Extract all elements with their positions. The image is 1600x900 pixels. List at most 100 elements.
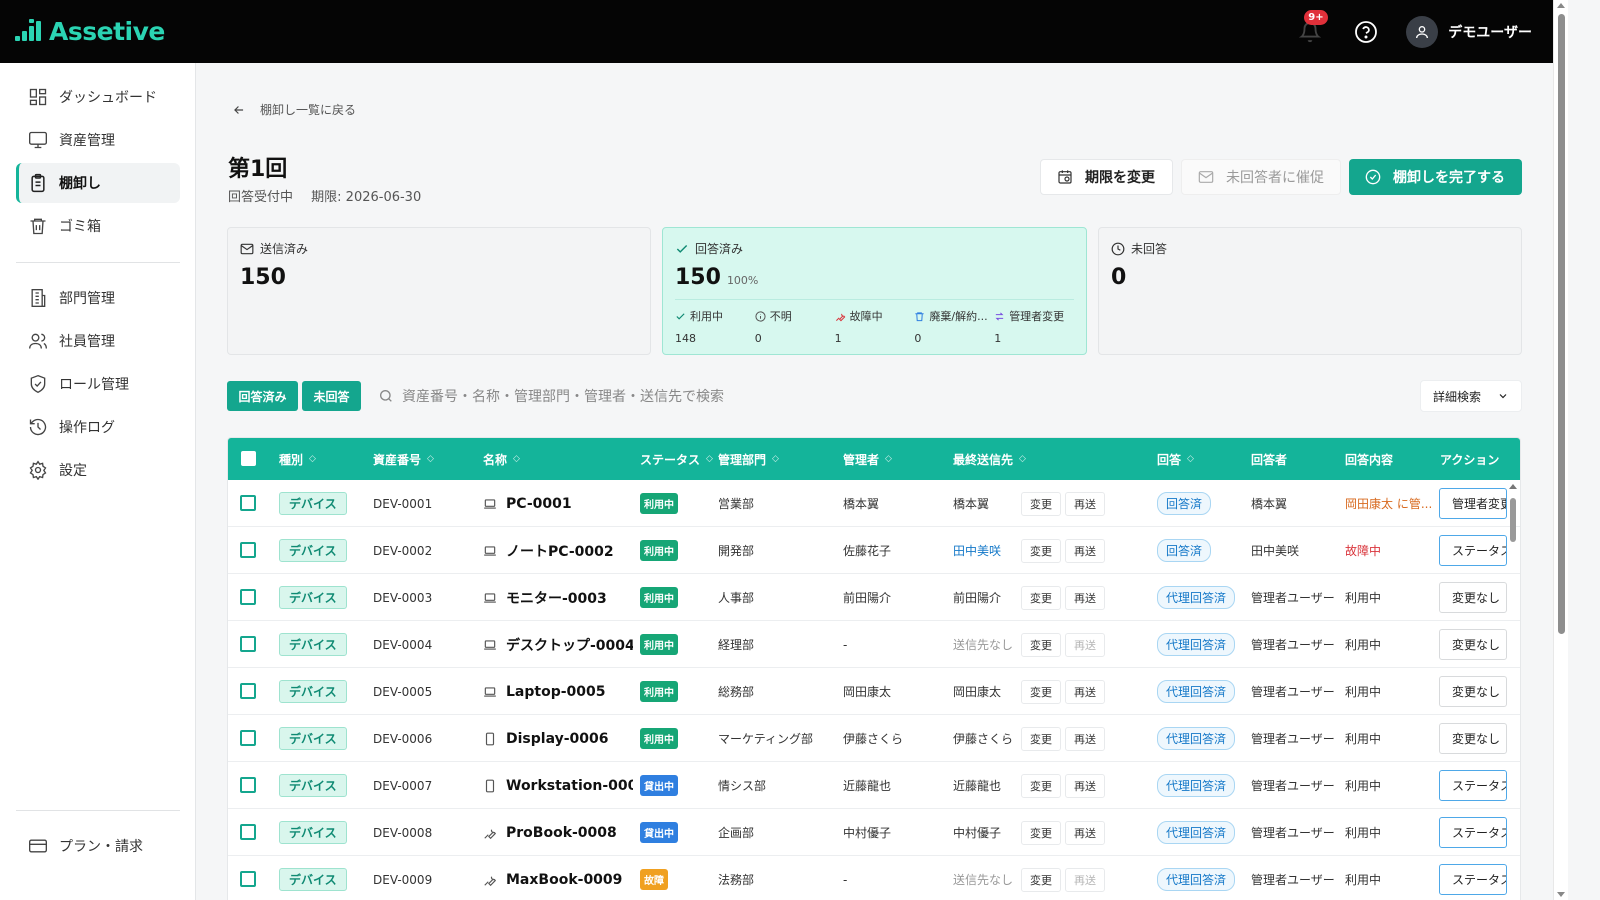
page-title: 第1回	[228, 157, 288, 182]
change-recipient-button[interactable]: 変更	[1021, 867, 1061, 892]
sidebar-item-inventory[interactable]: 棚卸し	[16, 163, 180, 203]
users-icon	[29, 333, 47, 349]
filter-answered-button[interactable]: 回答済み	[227, 381, 298, 411]
resend-button[interactable]: 再送	[1065, 679, 1105, 704]
header-type[interactable]: 種別 ◇	[279, 438, 316, 480]
breakdown-value: 1	[834, 332, 842, 345]
resend-button[interactable]: 再送	[1065, 726, 1105, 751]
avatar[interactable]	[1406, 15, 1439, 48]
row-checkbox[interactable]	[240, 871, 256, 887]
resend-button[interactable]: 再送	[1065, 491, 1105, 516]
asset-name-link[interactable]: デスクトップ-0004	[483, 621, 633, 668]
stat-card-answered: 回答済み 150 100% 利用中 148 不明 0 故障中 1 廃棄/解約...…	[662, 227, 1087, 355]
row-checkbox[interactable]	[240, 777, 256, 793]
scroll-down-icon[interactable]	[1557, 892, 1565, 897]
row-checkbox[interactable]	[240, 636, 256, 652]
header-name[interactable]: 名称 ◇	[483, 438, 520, 480]
row-checkbox[interactable]	[240, 683, 256, 699]
status-badge: 利用中	[640, 587, 678, 608]
last-recipient[interactable]: 田中美咲	[953, 527, 1021, 574]
remind-button[interactable]: 未回答者に催促	[1181, 159, 1341, 195]
table-scrollbar[interactable]	[1508, 482, 1518, 900]
page-scrollbar[interactable]	[1553, 0, 1568, 900]
asset-name-link[interactable]: PC-0001	[483, 480, 633, 527]
sidebar-item-roles[interactable]: ロール管理	[16, 364, 180, 404]
laptop-icon	[483, 685, 506, 699]
sidebar-item-employees[interactable]: 社員管理	[16, 321, 180, 361]
filter-unanswered-button[interactable]: 未回答	[302, 381, 361, 411]
notifications-button[interactable]: 9+	[1296, 9, 1328, 46]
change-recipient-button[interactable]: 変更	[1021, 585, 1061, 610]
asset-name-link[interactable]: ProBook-0008	[483, 809, 633, 856]
change-recipient-button[interactable]: 変更	[1021, 679, 1061, 704]
resend-button[interactable]: 再送	[1065, 538, 1105, 563]
row-action-button[interactable]: 変更なし	[1439, 629, 1507, 660]
change-recipient-button[interactable]: 変更	[1021, 491, 1061, 516]
header-department[interactable]: 管理部門 ◇	[718, 438, 779, 480]
scrollbar-thumb[interactable]	[1558, 14, 1565, 634]
help-button[interactable]	[1352, 18, 1380, 46]
row-action-button[interactable]: ステータス	[1439, 817, 1507, 848]
row-checkbox[interactable]	[240, 589, 256, 605]
sidebar-item-logs[interactable]: 操作ログ	[16, 407, 180, 447]
sidebar-item-dashboard[interactable]: ダッシュボード	[16, 77, 180, 117]
deadline-text: 期限: 2026-06-30	[311, 190, 422, 205]
user-name[interactable]: デモユーザー	[1448, 22, 1532, 42]
row-action-button[interactable]: ステータス	[1439, 864, 1507, 895]
sidebar-item-plan-billing[interactable]: プラン・請求	[16, 826, 180, 866]
resend-button[interactable]: 再送	[1065, 820, 1105, 845]
sidebar-item-label: プラン・請求	[59, 839, 143, 855]
row-action-button[interactable]: 変更なし	[1439, 723, 1507, 754]
resend-button[interactable]: 再送	[1065, 585, 1105, 610]
scroll-up-icon[interactable]	[1557, 3, 1565, 8]
breakdown-manager-change: 管理者変更 1	[994, 308, 1074, 345]
status-badge: 貸出中	[640, 775, 678, 796]
status-badge: 貸出中	[640, 822, 678, 843]
sidebar-item-departments[interactable]: 部門管理	[16, 278, 180, 318]
asset-name-link[interactable]: Laptop-0005	[483, 668, 633, 715]
asset-name-link[interactable]: MaxBook-0009	[483, 856, 633, 900]
change-recipient-button[interactable]: 変更	[1021, 773, 1061, 798]
search-icon	[380, 390, 392, 402]
header-last-sent[interactable]: 最終送信先 ◇	[953, 438, 1026, 480]
change-deadline-button[interactable]: 期限を変更	[1040, 159, 1173, 195]
department: 開発部	[718, 544, 755, 558]
sidebar-item-trash[interactable]: ゴミ箱	[16, 206, 180, 246]
scroll-up-icon[interactable]	[1509, 484, 1517, 489]
change-recipient-button[interactable]: 変更	[1021, 726, 1061, 751]
select-all-checkbox[interactable]	[241, 451, 256, 466]
row-checkbox[interactable]	[240, 730, 256, 746]
row-action-button[interactable]: 管理者変更	[1439, 488, 1507, 519]
search-input[interactable]: 資産番号・名称・管理部門・管理者・送信先で検索	[378, 381, 978, 411]
complete-button[interactable]: 棚卸しを完了する	[1349, 159, 1522, 195]
row-action-button[interactable]: 変更なし	[1439, 676, 1507, 707]
asset-name-link[interactable]: ノートPC-0002	[483, 527, 633, 574]
header-asset-no[interactable]: 資産番号 ◇	[373, 438, 434, 480]
row-checkbox[interactable]	[240, 542, 256, 558]
sidebar-item-label: 設定	[59, 463, 87, 479]
header-answer[interactable]: 回答 ◇	[1157, 438, 1194, 480]
row-checkbox[interactable]	[240, 824, 256, 840]
change-recipient-button[interactable]: 変更	[1021, 538, 1061, 563]
change-recipient-button[interactable]: 変更	[1021, 820, 1061, 845]
asset-name-link[interactable]: モニター-0003	[483, 574, 633, 621]
sidebar-item-settings[interactable]: 設定	[16, 450, 180, 490]
asset-name-link[interactable]: Workstation-0007	[483, 762, 633, 809]
logo[interactable]: Assetive	[15, 17, 165, 46]
breakdown-label: 利用中	[690, 310, 723, 323]
mail-icon	[1198, 171, 1214, 183]
resend-button[interactable]: 再送	[1065, 773, 1105, 798]
header-status[interactable]: ステータス ◇	[640, 438, 713, 480]
scrollbar-thumb[interactable]	[1510, 498, 1516, 542]
asset-name-link[interactable]: Display-0006	[483, 715, 633, 762]
respondent: 橋本翼	[1251, 497, 1288, 511]
row-action-button[interactable]: ステータス	[1439, 770, 1507, 801]
advanced-search-button[interactable]: 詳細検索	[1420, 380, 1522, 412]
back-link[interactable]: 棚卸し一覧に戻る	[232, 101, 356, 118]
change-recipient-button[interactable]: 変更	[1021, 632, 1061, 657]
row-action-button[interactable]: ステータス	[1439, 535, 1507, 566]
row-checkbox[interactable]	[240, 495, 256, 511]
header-manager[interactable]: 管理者 ◇	[843, 438, 892, 480]
row-action-button[interactable]: 変更なし	[1439, 582, 1507, 613]
sidebar-item-assets[interactable]: 資産管理	[16, 120, 180, 160]
